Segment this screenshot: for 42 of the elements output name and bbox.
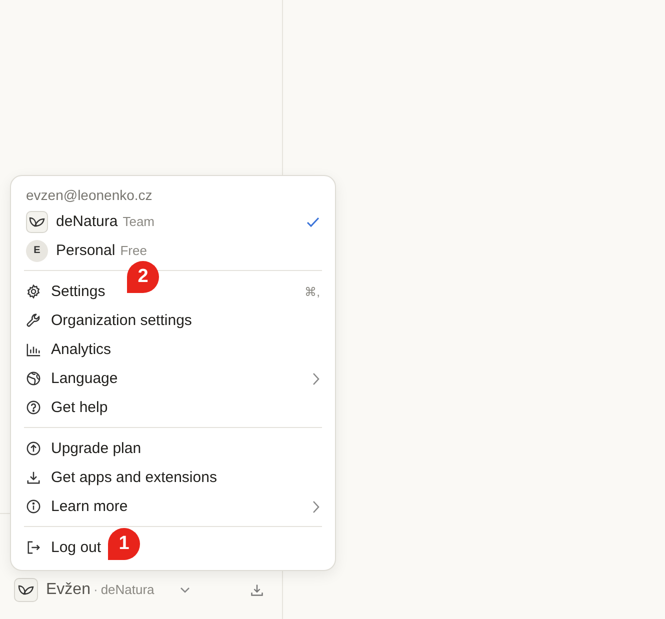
chevron-right-icon	[312, 500, 320, 514]
menu-item[interactable]: Analytics	[24, 335, 114, 364]
menu-item[interactable]: Upgrade plan	[24, 434, 144, 463]
arrow-up-circle-icon	[26, 441, 41, 456]
chevron-right-icon	[312, 372, 320, 386]
globe-icon	[26, 371, 41, 386]
workspace-item[interactable]: deNatura Team	[24, 207, 322, 236]
plan-label: Free	[120, 243, 147, 258]
menu-item-label: Analytics	[51, 341, 112, 358]
settings-icon	[26, 284, 41, 299]
info-icon	[26, 499, 41, 514]
wrench-icon	[26, 313, 41, 328]
chevron-down-icon[interactable]	[180, 587, 190, 593]
help-icon	[26, 400, 41, 415]
menu-item-label: Get help	[51, 399, 108, 416]
menu-item[interactable]: Log out	[24, 533, 104, 562]
menu-item-label: Get apps and extensions	[51, 469, 217, 486]
leaf-logo-icon	[18, 584, 34, 596]
download-icon	[26, 470, 41, 485]
menu-item-label: Log out	[51, 539, 102, 556]
bar-chart-icon	[26, 342, 41, 357]
menu-item[interactable]: Language	[24, 364, 322, 393]
workspace-name: deNatura	[56, 213, 118, 230]
account-switcher[interactable]: Evžen · deNatura	[46, 581, 154, 599]
menu-item[interactable]: Organization settings	[24, 306, 194, 335]
menu-item-label: Organization settings	[51, 312, 192, 329]
workspace-name: Personal	[56, 242, 116, 259]
account-email: evzen@leonenko.cz	[25, 186, 154, 205]
logout-icon	[26, 540, 41, 555]
menu-item[interactable]: Learn more	[24, 492, 322, 521]
plan-label: Team	[122, 214, 155, 229]
menu-item-label: Settings	[51, 283, 106, 300]
menu-item-label: Learn more	[51, 498, 128, 515]
leaf-logo-icon	[29, 216, 45, 228]
menu-item[interactable]: Get apps and extensions	[24, 463, 219, 492]
keyboard-shortcut: ⌘,	[304, 284, 320, 298]
menu-item[interactable]: Get help	[24, 393, 110, 422]
download-icon[interactable]	[250, 583, 264, 597]
workspace-avatar: E	[26, 240, 48, 262]
menu-item-label: Upgrade plan	[51, 440, 142, 457]
checkmark-icon	[306, 216, 320, 228]
menu-item-label: Language	[51, 370, 118, 387]
